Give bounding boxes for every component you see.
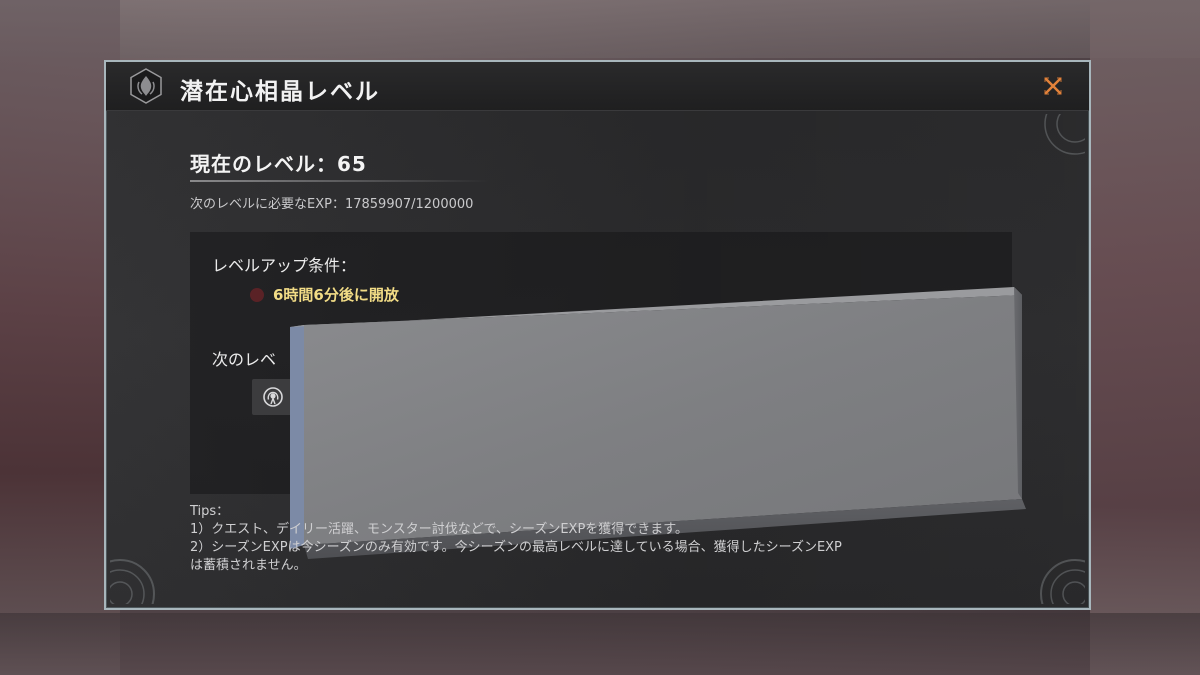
tips-line: 1）クエスト、デイリー活躍、モンスター討伐などで、シーズンEXPを獲得できます。 <box>190 522 688 537</box>
title-divider <box>190 180 490 182</box>
tips-line: 2）シーズンEXPは今シーズンのみ有効です。今シーズンの最高レベルに達している場… <box>190 540 842 555</box>
dialog-title: 潜在心相晶レベル <box>180 79 380 105</box>
tips-section: Tips： 1）クエスト、デイリー活躍、モンスター討伐などで、シーズンEXPを獲… <box>190 503 1070 575</box>
background-bottom <box>0 613 1200 675</box>
gear-ornament-icon <box>110 559 155 604</box>
level-dialog: 潜在心相晶レベル 現在のレベル：65 次のレベルに必要なEXP：17859907… <box>104 60 1091 610</box>
current-level-label: 現在のレベル：65 <box>190 152 367 176</box>
tips-line: は蓄積されません。 <box>190 558 307 573</box>
background-left <box>0 0 120 675</box>
background-top <box>0 0 1200 58</box>
next-level-title: 次のレベ <box>212 350 277 369</box>
gear-ornament-icon <box>1044 114 1085 155</box>
lock-status-dot <box>250 288 264 302</box>
background-right <box>1090 0 1200 675</box>
close-icon[interactable] <box>1041 74 1065 98</box>
tips-heading: Tips： <box>190 504 230 519</box>
exp-requirement: 次のレベルに必要なEXP：17859907/1200000 <box>190 197 474 212</box>
signal-broadcast-icon <box>263 387 283 407</box>
flame-crest-icon <box>130 68 162 104</box>
levelup-conditions-title: レベルアップ条件： <box>212 256 357 275</box>
dialog-header: 潜在心相晶レベル <box>106 62 1089 111</box>
